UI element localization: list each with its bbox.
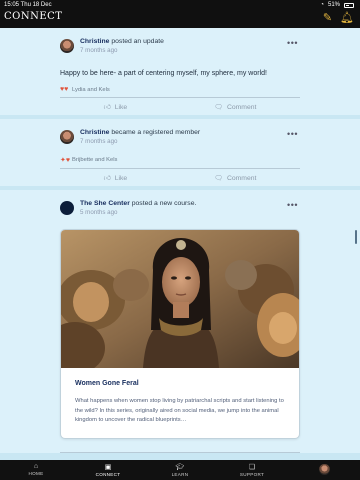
status-time: 15:05 Thu 18 Dec xyxy=(4,2,52,8)
post-actions: 👍︎ Like 🗨︎ Comment xyxy=(60,97,300,115)
avatar[interactable] xyxy=(60,39,74,53)
nav-label: HOME xyxy=(28,471,44,476)
graduation-cap-icon: 🎓︎ xyxy=(175,464,185,471)
post-actions: 👍︎ Like 🗨︎ Comment xyxy=(60,168,300,186)
battery-percent: 51% xyxy=(327,2,340,8)
course-description: What happens when women stop living by p… xyxy=(75,398,284,423)
feed-post: Christine became a registered member 7 m… xyxy=(0,119,360,186)
post-time: 7 months ago xyxy=(80,47,118,54)
reactions-summary[interactable]: ♥♥ Lydia and Kels xyxy=(60,86,300,93)
nav-learn[interactable]: 🎓︎ LEARN xyxy=(144,460,216,480)
bottom-navigation: ⌂ HOME ▣ CONNECT 🎓︎ LEARN ❏ SUPPORT xyxy=(0,460,360,480)
post-author[interactable]: Christine xyxy=(80,38,109,45)
comment-button[interactable]: 🗨︎ Comment xyxy=(214,103,256,111)
like-button[interactable]: 👍︎ Like xyxy=(104,103,128,111)
app-title: CONNECT xyxy=(4,11,63,22)
nav-connect[interactable]: ▣ CONNECT xyxy=(72,460,144,480)
like-label: Like xyxy=(114,103,128,111)
home-icon: ⌂ xyxy=(33,463,39,470)
comment-icon: 🗨︎ xyxy=(214,103,223,111)
reactions-names: Lydia and Kels xyxy=(72,86,110,93)
post-header: The She Center posted a new course. 5 mo… xyxy=(80,199,300,217)
like-label: Like xyxy=(114,174,128,182)
avatar[interactable] xyxy=(60,201,74,215)
fire-reaction-icon: ✦♥ xyxy=(60,157,71,164)
heart-reaction-icon: ♥♥ xyxy=(60,86,69,93)
course-title[interactable]: Women Gone Feral xyxy=(75,380,285,387)
scrollbar[interactable] xyxy=(355,230,357,244)
course-card[interactable]: Women Gone Feral What happens when women… xyxy=(60,229,300,439)
nav-support[interactable]: ❏ SUPPORT xyxy=(216,460,288,480)
thumbs-up-icon: 👍︎ xyxy=(103,174,111,182)
post-action: posted an update xyxy=(111,38,164,45)
divider xyxy=(60,439,300,453)
nav-label: SUPPORT xyxy=(239,472,265,477)
status-right: ◔ 51% xyxy=(320,2,354,8)
more-options-icon[interactable]: ••• xyxy=(287,129,298,139)
nav-profile[interactable] xyxy=(288,460,360,480)
app-header: 15:05 Thu 18 Dec ◔ 51% CONNECT ✎ 🔔︎ xyxy=(0,0,360,28)
post-action: became a registered member xyxy=(111,129,201,136)
nav-label: CONNECT xyxy=(95,472,121,477)
support-icon: ❏ xyxy=(248,464,256,471)
status-bar: 15:05 Thu 18 Dec ◔ 51% xyxy=(0,0,360,10)
battery-icon xyxy=(344,2,354,8)
like-button[interactable]: 👍︎ Like xyxy=(104,174,128,182)
profile-avatar xyxy=(318,464,330,475)
comment-label: Comment xyxy=(226,103,257,111)
feed-post: Christine posted an update 7 months ago … xyxy=(0,28,360,115)
reactions-summary[interactable]: ✦♥ Brijbette and Kels xyxy=(60,156,300,164)
post-author[interactable]: The She Center xyxy=(80,200,130,207)
course-image[interactable] xyxy=(61,230,299,368)
more-options-icon[interactable]: ••• xyxy=(287,38,298,48)
comment-label: Comment xyxy=(226,174,257,182)
bell-icon[interactable]: 🔔︎ xyxy=(340,11,354,24)
reactions-names: Brijbette and Kels xyxy=(72,157,118,163)
connect-icon: ▣ xyxy=(104,464,112,471)
comment-button[interactable]: 🗨︎ Comment xyxy=(214,174,256,182)
edit-icon[interactable]: ✎ xyxy=(323,11,332,24)
post-header: Christine became a registered member 7 m… xyxy=(80,128,300,146)
avatar[interactable] xyxy=(60,130,74,144)
post-time: 5 months ago xyxy=(80,209,118,216)
feed-post: The She Center posted a new course. 5 mo… xyxy=(0,190,360,453)
post-text: Happy to be here- a part of centering my… xyxy=(60,70,267,77)
activity-feed: Christine posted an update 7 months ago … xyxy=(0,28,360,460)
post-time: 7 months ago xyxy=(80,138,118,145)
more-options-icon[interactable]: ••• xyxy=(287,200,298,210)
nav-home[interactable]: ⌂ HOME xyxy=(0,460,72,480)
wifi-icon: ◔ xyxy=(320,2,324,8)
thumbs-up-icon: 👍︎ xyxy=(103,103,111,111)
post-author[interactable]: Christine xyxy=(80,129,109,136)
nav-label: LEARN xyxy=(171,472,189,477)
course-body: Women Gone Feral What happens when women… xyxy=(61,368,299,438)
post-header: Christine posted an update 7 months ago xyxy=(80,37,300,55)
comment-icon: 🗨︎ xyxy=(214,174,223,182)
post-action: posted a new course. xyxy=(131,200,197,207)
